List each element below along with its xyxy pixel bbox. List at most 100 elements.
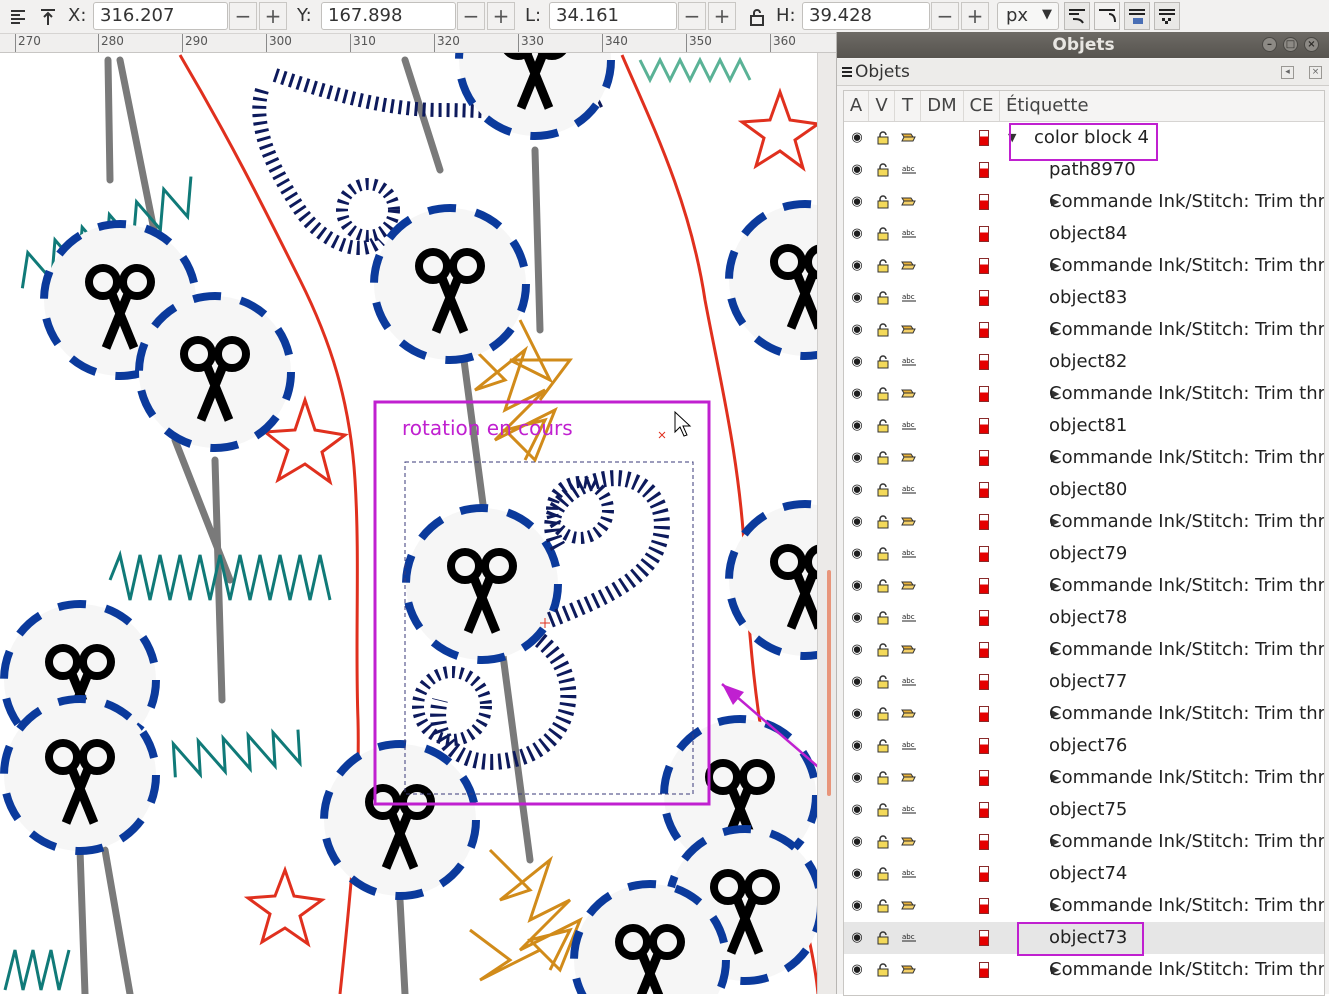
horizontal-ruler[interactable]: 270 280 290 300 310 320 330 340 350 360: [0, 34, 836, 53]
color-swatch-icon[interactable]: [979, 130, 989, 146]
color-swatch-icon[interactable]: [979, 770, 989, 786]
raise-to-top-icon[interactable]: [35, 4, 61, 30]
tree-row[interactable]: ◉ abc object77: [844, 666, 1324, 698]
visibility-eye-icon[interactable]: ◉: [849, 867, 865, 881]
color-swatch-icon[interactable]: [979, 386, 989, 402]
unlocked-icon[interactable]: [875, 611, 891, 625]
tree-row[interactable]: ◉ abc object80: [844, 474, 1324, 506]
visibility-eye-icon[interactable]: ◉: [849, 771, 865, 785]
visibility-eye-icon[interactable]: ◉: [849, 899, 865, 913]
tree-row[interactable]: ◉ abc object83: [844, 282, 1324, 314]
unlocked-icon[interactable]: [875, 675, 891, 689]
color-swatch-icon[interactable]: [979, 706, 989, 722]
unit-select[interactable]: px ▼: [997, 2, 1059, 30]
tree-row[interactable]: ◉ ▶ Commande Ink/Stitch: Trim thre: [844, 698, 1324, 730]
tree-row[interactable]: ◉ ▶ Commande Ink/Stitch: Trim thre: [844, 378, 1324, 410]
height-decrement-button[interactable]: −: [931, 2, 959, 30]
height-field[interactable]: 39.428: [802, 2, 930, 30]
color-swatch-icon[interactable]: [979, 162, 989, 178]
width-field[interactable]: 34.161: [549, 2, 677, 30]
visibility-eye-icon[interactable]: ◉: [849, 739, 865, 753]
tree-row[interactable]: ◉ abc object75: [844, 794, 1324, 826]
unlocked-icon[interactable]: [875, 771, 891, 785]
visibility-eye-icon[interactable]: ◉: [849, 483, 865, 497]
visibility-eye-icon[interactable]: ◉: [849, 163, 865, 177]
unlocked-icon[interactable]: [875, 163, 891, 177]
scrollbar-thumb[interactable]: [827, 570, 831, 796]
column-header-t[interactable]: T: [895, 91, 921, 121]
visibility-eye-icon[interactable]: ◉: [849, 323, 865, 337]
unlocked-icon[interactable]: [875, 323, 891, 337]
tree-row[interactable]: ◉ abc object82: [844, 346, 1324, 378]
width-increment-button[interactable]: +: [708, 2, 736, 30]
visibility-eye-icon[interactable]: ◉: [849, 419, 865, 433]
tree-row[interactable]: ◉ abc object74: [844, 858, 1324, 890]
maximize-icon[interactable]: □: [1283, 37, 1298, 52]
drawing-canvas[interactable]: rotation en cours: [0, 53, 836, 994]
scale-corners-toggle[interactable]: [1094, 2, 1120, 30]
visibility-eye-icon[interactable]: ◉: [849, 835, 865, 849]
y-decrement-button[interactable]: −: [457, 2, 485, 30]
column-header-v[interactable]: V: [869, 91, 895, 121]
close-icon[interactable]: ×: [1304, 37, 1319, 52]
visibility-eye-icon[interactable]: ◉: [849, 547, 865, 561]
color-swatch-icon[interactable]: [979, 642, 989, 658]
x-increment-button[interactable]: +: [259, 2, 287, 30]
tree-row[interactable]: ◉ ▶ Commande Ink/Stitch: Trim thre: [844, 186, 1324, 218]
visibility-eye-icon[interactable]: ◉: [849, 195, 865, 209]
tree-row[interactable]: ◉ abc object78: [844, 602, 1324, 634]
color-swatch-icon[interactable]: [979, 194, 989, 210]
visibility-eye-icon[interactable]: ◉: [849, 675, 865, 689]
unlocked-icon[interactable]: [875, 899, 891, 913]
unlocked-icon[interactable]: [875, 483, 891, 497]
unlocked-icon[interactable]: [875, 195, 891, 209]
visibility-eye-icon[interactable]: ◉: [849, 227, 865, 241]
unlocked-icon[interactable]: [875, 547, 891, 561]
objects-tree[interactable]: A V T DM CE Étiquette ◉ ▼ color block 4 ◉ ab…: [843, 90, 1325, 996]
color-swatch-icon[interactable]: [979, 962, 989, 978]
unlocked-icon[interactable]: [875, 867, 891, 881]
tree-row[interactable]: ◉ abc object84: [844, 218, 1324, 250]
color-swatch-icon[interactable]: [979, 450, 989, 466]
tree-row[interactable]: ◉ ▶ Commande Ink/Stitch: Trim thre: [844, 250, 1324, 282]
tree-row[interactable]: ◉ ▶ Commande Ink/Stitch: Trim thre: [844, 634, 1324, 666]
visibility-eye-icon[interactable]: ◉: [849, 611, 865, 625]
vertical-scrollbar[interactable]: [817, 53, 837, 994]
unlocked-icon[interactable]: [875, 963, 891, 977]
tree-row[interactable]: ◉ ▶ Commande Ink/Stitch: Trim thre: [844, 762, 1324, 794]
tree-row[interactable]: ◉ abc object76: [844, 730, 1324, 762]
color-swatch-icon[interactable]: [979, 258, 989, 274]
x-field[interactable]: 316.207: [93, 2, 228, 30]
dock-tab[interactable]: Objets ◂ ×: [837, 59, 1329, 86]
color-swatch-icon[interactable]: [979, 738, 989, 754]
visibility-eye-icon[interactable]: ◉: [849, 931, 865, 945]
x-decrement-button[interactable]: −: [229, 2, 257, 30]
visibility-eye-icon[interactable]: ◉: [849, 803, 865, 817]
tree-row[interactable]: ◉ ▶ Commande Ink/Stitch: Trim thre: [844, 826, 1324, 858]
y-field[interactable]: 167.898: [321, 2, 456, 30]
dock-iconify-icon[interactable]: ◂: [1281, 66, 1294, 79]
visibility-eye-icon[interactable]: ◉: [849, 963, 865, 977]
color-swatch-icon[interactable]: [979, 930, 989, 946]
width-decrement-button[interactable]: −: [678, 2, 706, 30]
color-swatch-icon[interactable]: [979, 514, 989, 530]
color-swatch-icon[interactable]: [979, 546, 989, 562]
unlocked-icon[interactable]: [875, 291, 891, 305]
unlocked-icon[interactable]: [875, 739, 891, 753]
tree-row[interactable]: ◉ ▶ Commande Ink/Stitch: Trim thre: [844, 570, 1324, 602]
visibility-eye-icon[interactable]: ◉: [849, 707, 865, 721]
unlocked-icon[interactable]: [875, 931, 891, 945]
tree-row[interactable]: ◉ abc object81: [844, 410, 1324, 442]
column-header-ce[interactable]: CE: [964, 91, 1000, 121]
tree-row[interactable]: ◉ ▶ Commande Ink/Stitch: Trim thre: [844, 890, 1324, 922]
tree-row[interactable]: ◉ ▶ Commande Ink/Stitch: Trim thre: [844, 954, 1324, 986]
unlocked-icon[interactable]: [875, 515, 891, 529]
transform-patterns-toggle[interactable]: [1154, 2, 1180, 30]
visibility-eye-icon[interactable]: ◉: [849, 451, 865, 465]
color-swatch-icon[interactable]: [979, 802, 989, 818]
align-icon[interactable]: [5, 4, 31, 30]
color-swatch-icon[interactable]: [979, 418, 989, 434]
lock-ratio-icon[interactable]: [744, 4, 770, 30]
unlocked-icon[interactable]: [875, 451, 891, 465]
unlocked-icon[interactable]: [875, 803, 891, 817]
